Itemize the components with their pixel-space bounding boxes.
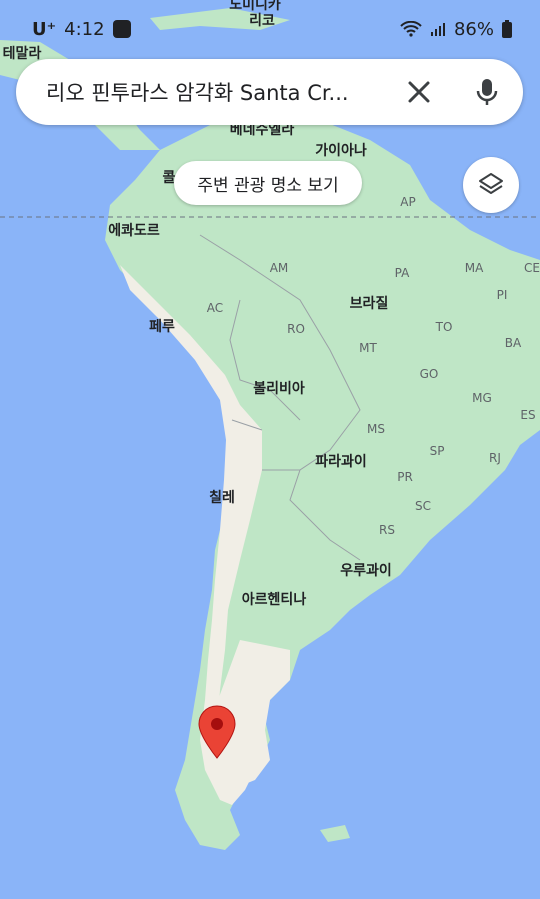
search-query[interactable]: 리오 핀투라스 암각화 Santa Cr... [46,77,386,107]
battery-icon [502,20,512,38]
map-label-ma: MA [464,261,484,275]
clock: 4:12 [64,18,105,40]
map-label-uruguay: 우루과이 [340,563,392,579]
map-label-ce: CE [524,261,540,275]
status-bar: U⁺ 4:12 86% [0,0,540,58]
map-label-rs: RS [379,523,395,537]
layers-button[interactable] [463,157,519,213]
carrier-label: U⁺ [32,18,57,40]
close-icon[interactable] [403,76,435,108]
map-label-ba: BA [504,336,522,350]
map-label-mt: MT [359,341,377,355]
map-label-peru: 페루 [149,319,175,335]
map-label-pi: PI [496,288,508,302]
mic-icon[interactable] [471,76,503,108]
map-label-ac: AC [206,301,224,315]
map-label-ap: AP [400,195,416,209]
map-label-go: GO [419,367,439,381]
map-label-guyana: 가이아나 [315,143,367,159]
map-label-bolivia: 볼리비아 [253,381,305,397]
map-label-to: TO [435,320,453,334]
map-label-ro: RO [287,322,305,336]
map-label-ecuador: 에콰도르 [108,223,160,239]
map-label-pa: PA [394,266,410,280]
map-label-pr: PR [397,470,413,484]
search-box[interactable]: 리오 핀투라스 암각화 Santa Cr... [16,59,523,125]
map-label-paraguay: 파라과이 [315,454,367,470]
map-label-chile: 칠레 [209,490,235,506]
layers-icon [479,173,503,194]
nearby-attractions-chip[interactable]: 주변 관광 명소 보기 [174,161,362,205]
map-label-sc: SC [415,499,431,513]
map-label-es: ES [520,408,536,422]
map-label-brazil: 브라질 [349,296,389,312]
signal-icon [430,23,445,36]
map-label-mg: MG [472,391,492,405]
map-label-am: AM [269,261,289,275]
map-label-ms: MS [367,422,385,436]
battery-percent: 86% [453,18,494,40]
map-label-rj: RJ [489,451,501,465]
wifi-icon [400,21,422,37]
map-label-argentina: 아르헨티나 [241,592,307,608]
map-label-sp: SP [429,444,445,458]
chat-notification-icon [112,20,131,38]
